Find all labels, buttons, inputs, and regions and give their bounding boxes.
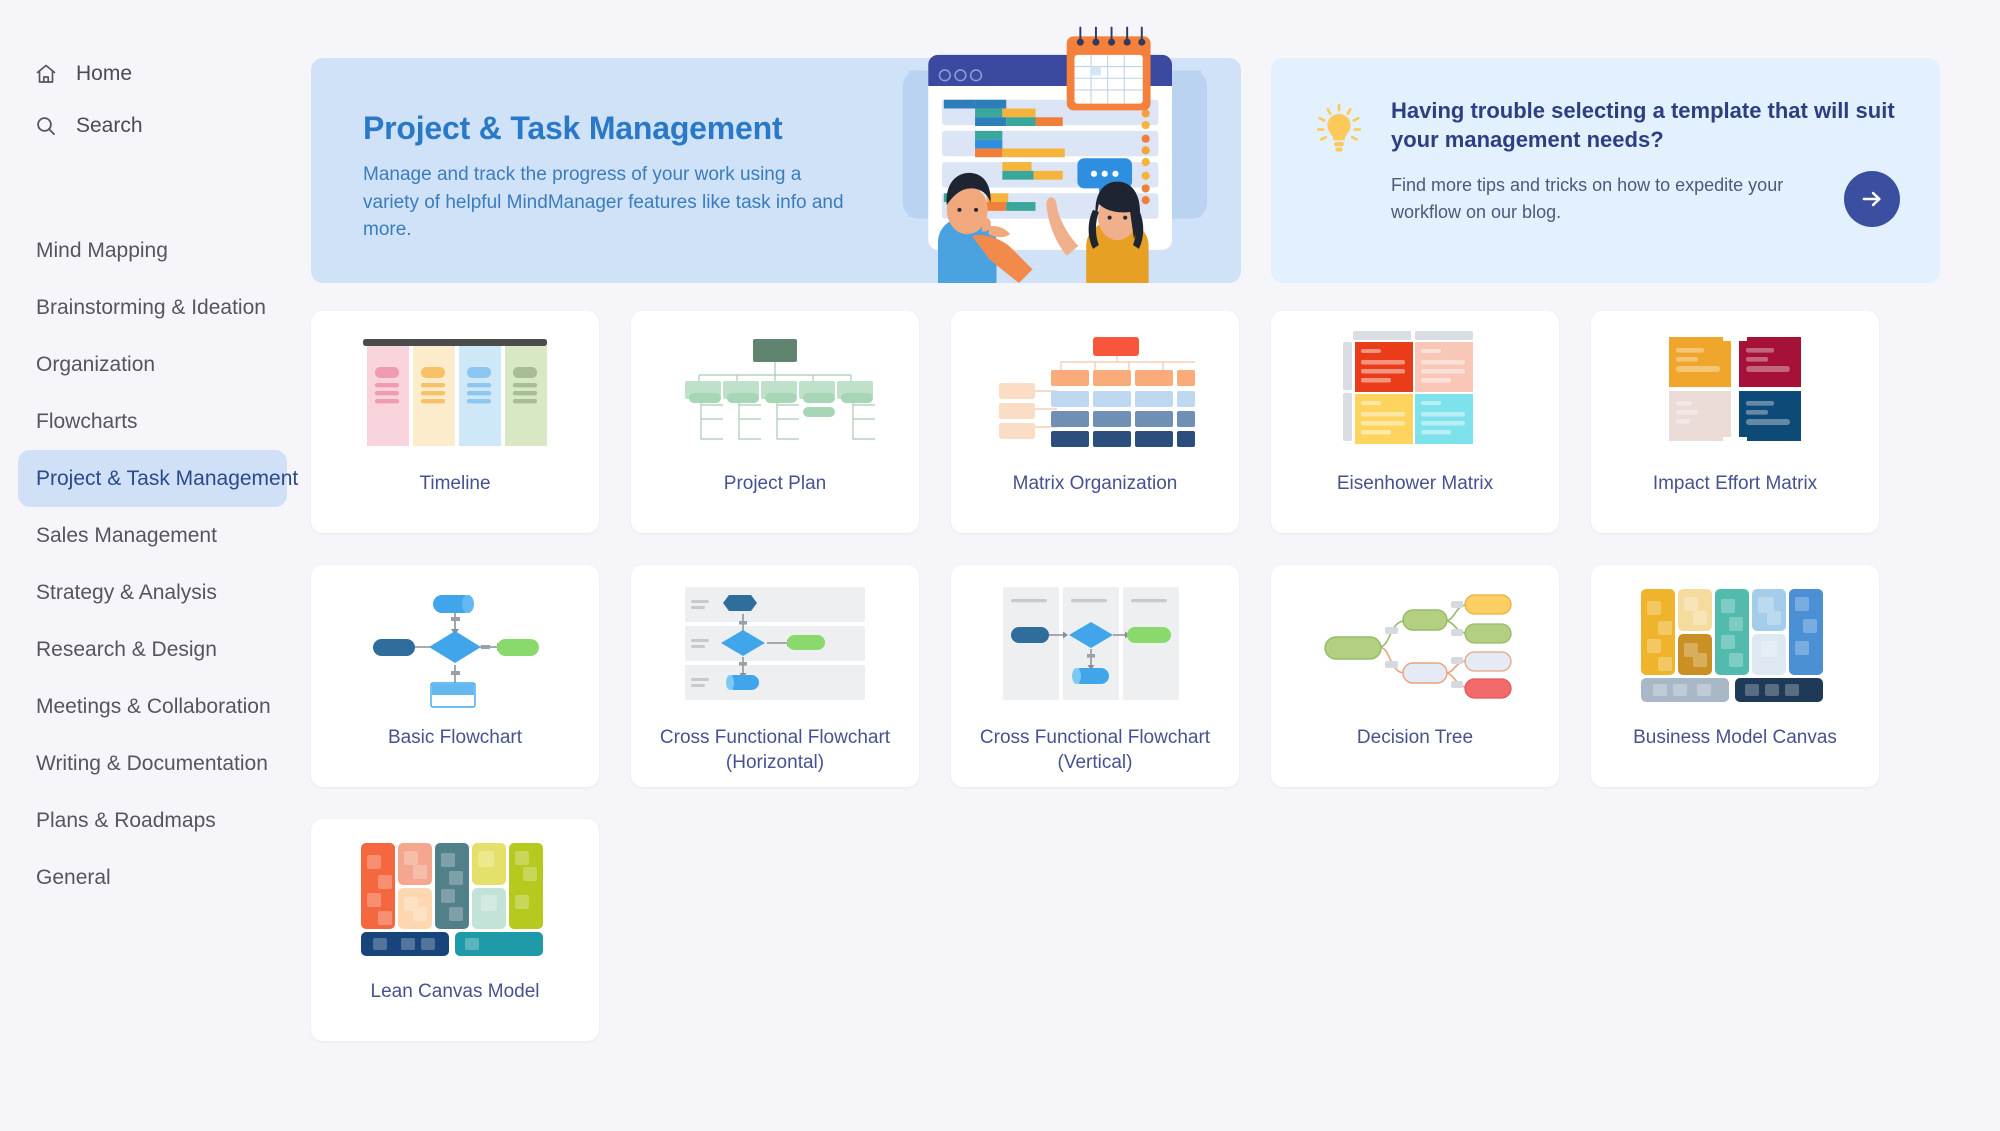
template-card-timeline[interactable]: Timeline bbox=[311, 311, 599, 533]
template-card-project-plan[interactable]: Project Plan bbox=[631, 311, 919, 533]
project-plan-thumb bbox=[660, 325, 890, 460]
template-card-label: Matrix Organization bbox=[1012, 473, 1178, 494]
matrix-organization-thumb bbox=[980, 325, 1210, 460]
home-icon bbox=[34, 62, 58, 86]
template-card-cross-functional-vertical[interactable]: Cross Functional Flowchart (Vertical) bbox=[951, 565, 1239, 787]
sidebar-item-flowcharts[interactable]: Flowcharts bbox=[18, 393, 287, 450]
template-card-decision-tree[interactable]: Decision Tree bbox=[1271, 565, 1559, 787]
sidebar-top-nav: Home Search bbox=[0, 48, 305, 152]
template-card-label: Impact Effort Matrix bbox=[1652, 473, 1818, 494]
template-card-label: Basic Flowchart bbox=[387, 727, 523, 748]
basic-flowchart-thumb bbox=[340, 579, 570, 714]
impact-effort-matrix-thumb bbox=[1620, 325, 1850, 460]
template-card-matrix-organization[interactable]: Matrix Organization bbox=[951, 311, 1239, 533]
lean-canvas-model-thumb bbox=[340, 833, 570, 968]
eisenhower-matrix-thumb bbox=[1300, 325, 1530, 460]
search-icon bbox=[34, 114, 58, 138]
sidebar-item-label: Meetings & Collaboration bbox=[36, 694, 271, 718]
sidebar-item-general[interactable]: General bbox=[18, 849, 287, 906]
template-card-impact-effort-matrix[interactable]: Impact Effort Matrix bbox=[1591, 311, 1879, 533]
sidebar-category-list: Mind Mapping Brainstorming & Ideation Or… bbox=[0, 222, 305, 906]
cross-functional-vertical-thumb bbox=[980, 579, 1210, 714]
sidebar-item-label: General bbox=[36, 865, 111, 889]
sidebar-item-label: Strategy & Analysis bbox=[36, 580, 217, 604]
top-banner-row: Project & Task Management Manage and tra… bbox=[311, 26, 1940, 283]
sidebar-item-label: Plans & Roadmaps bbox=[36, 808, 216, 832]
business-model-canvas-thumb bbox=[1620, 579, 1850, 714]
sidebar-item-home[interactable]: Home bbox=[18, 48, 287, 100]
main-content: Project & Task Management Manage and tra… bbox=[305, 0, 2000, 1131]
sidebar-item-label: Sales Management bbox=[36, 523, 217, 547]
sidebar-item-strategy-analysis[interactable]: Strategy & Analysis bbox=[18, 564, 287, 621]
sidebar-item-label: Writing & Documentation bbox=[36, 751, 268, 775]
page-title: Project & Task Management bbox=[363, 110, 783, 146]
template-card-lean-canvas-model[interactable]: Lean Canvas Model bbox=[311, 819, 599, 1041]
sidebar-item-research-design[interactable]: Research & Design bbox=[18, 621, 287, 678]
timeline-thumb bbox=[340, 325, 570, 460]
template-card-basic-flowchart[interactable]: Basic Flowchart bbox=[311, 565, 599, 787]
template-card-label: Lean Canvas Model bbox=[370, 981, 540, 1002]
tip-card-title: Having trouble selecting a template that… bbox=[1391, 98, 1895, 153]
sidebar-item-project-task-management[interactable]: Project & Task Management bbox=[18, 450, 298, 507]
sidebar-item-label: Organization bbox=[36, 352, 156, 376]
hero-text-block: Project & Task Management Manage and tra… bbox=[311, 58, 851, 244]
template-card-cross-functional-horizontal[interactable]: Cross Functional Flowchart (Horizontal) bbox=[631, 565, 919, 787]
sidebar-item-brainstorming-ideation[interactable]: Brainstorming & Ideation bbox=[18, 279, 287, 336]
cross-functional-horizontal-thumb bbox=[660, 579, 890, 714]
template-card-label: Cross Functional Flowchart (Horizontal) bbox=[659, 727, 891, 773]
template-card-eisenhower-matrix[interactable]: Eisenhower Matrix bbox=[1271, 311, 1559, 533]
template-card-label: Decision Tree bbox=[1356, 727, 1474, 748]
sidebar-item-label: Research & Design bbox=[36, 637, 217, 661]
template-card-label: Project Plan bbox=[723, 473, 827, 494]
sidebar: Home Search Mind Mapping Brainstorming &… bbox=[0, 0, 305, 1131]
template-card-label: Timeline bbox=[419, 473, 491, 494]
sidebar-item-organization[interactable]: Organization bbox=[18, 336, 287, 393]
template-card-business-model-canvas[interactable]: Business Model Canvas bbox=[1591, 565, 1879, 787]
sidebar-item-search[interactable]: Search bbox=[18, 100, 287, 152]
template-grid: Timeline Project Plan Matrix Organizatio… bbox=[311, 311, 1940, 1041]
lightbulb-icon bbox=[1311, 96, 1369, 283]
hero-banner: Project & Task Management Manage and tra… bbox=[311, 26, 1241, 283]
sidebar-item-sales-management[interactable]: Sales Management bbox=[18, 507, 287, 564]
sidebar-item-writing-documentation[interactable]: Writing & Documentation bbox=[18, 735, 287, 792]
sidebar-item-mind-mapping[interactable]: Mind Mapping bbox=[18, 222, 287, 279]
project-board-illustration bbox=[895, 10, 1215, 283]
sidebar-item-meetings-collaboration[interactable]: Meetings & Collaboration bbox=[18, 678, 287, 735]
tip-card-row: Find more tips and tricks on how to expe… bbox=[1391, 170, 1900, 227]
template-gallery-page: Home Search Mind Mapping Brainstorming &… bbox=[0, 0, 2000, 1131]
sidebar-item-home-label: Home bbox=[76, 62, 133, 85]
tip-card-body: Having trouble selecting a template that… bbox=[1391, 96, 1900, 283]
arrow-right-icon[interactable] bbox=[1844, 170, 1900, 227]
sidebar-item-plans-roadmaps[interactable]: Plans & Roadmaps bbox=[18, 792, 287, 849]
sidebar-item-label: Brainstorming & Ideation bbox=[36, 295, 266, 319]
sidebar-item-label: Project & Task Management bbox=[36, 466, 299, 490]
tip-card: Having trouble selecting a template that… bbox=[1271, 58, 1940, 283]
decision-tree-thumb bbox=[1300, 579, 1530, 714]
tip-card-text: Find more tips and tricks on how to expe… bbox=[1391, 175, 1784, 222]
sidebar-item-label: Flowcharts bbox=[36, 409, 138, 433]
sidebar-item-label: Mind Mapping bbox=[36, 238, 168, 262]
template-card-label: Eisenhower Matrix bbox=[1336, 473, 1494, 494]
hero-subtitle: Manage and track the progress of your wo… bbox=[363, 164, 844, 241]
template-card-label: Cross Functional Flowchart (Vertical) bbox=[979, 727, 1211, 773]
template-card-label: Business Model Canvas bbox=[1633, 727, 1837, 748]
sidebar-item-search-label: Search bbox=[76, 114, 143, 137]
